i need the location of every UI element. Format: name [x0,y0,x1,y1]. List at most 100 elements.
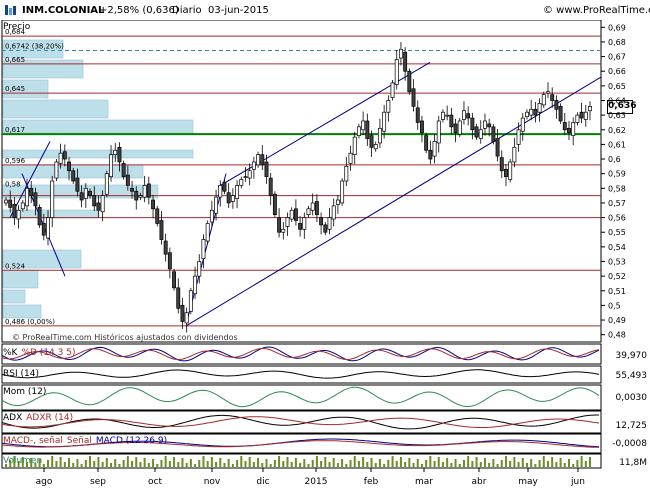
volume-bar [227,459,230,467]
candle-up [575,114,580,123]
period-label: Diario [172,5,202,16]
volume-bar [475,457,478,467]
candle-down [12,204,17,218]
volume-bar [420,464,423,467]
candle-up [285,217,290,227]
volume-bar [408,458,411,467]
volume-bar [429,456,432,467]
candle-down [369,135,374,148]
candle-up [281,228,286,233]
adx-label-text: ADX [3,413,23,423]
volume-bar [181,458,184,467]
volume-bar [131,461,134,467]
volume-bar [290,462,293,467]
mom-label-text: Mom (12) [3,387,47,397]
date-label: 03-jun-2015 [208,5,269,16]
candle-down [79,192,84,201]
rsi-value: 55,493 [615,371,648,381]
volume-bar [156,464,159,467]
candle-up [138,195,143,198]
price-change: +2,58% (0,636) [99,5,179,16]
volume-bar [206,461,209,467]
candle-up [243,176,248,178]
volume-bar [521,458,524,467]
candle-down [163,240,168,255]
candle-down [453,123,458,134]
candle-up [571,122,576,136]
volume-bar [383,464,386,467]
candle-up [230,195,235,202]
candle-down [319,217,324,226]
candle-up [214,196,219,214]
volume-bar [559,458,562,467]
site-credit: © www.ProRealTime.com [543,5,650,16]
candle-down [504,168,508,177]
volume-bar [311,460,314,467]
candle-up [546,91,550,94]
macd-hist-label: MACD-, señal [3,436,63,446]
x-axis-label: dic [256,477,269,487]
candle-down [222,182,227,192]
stoch-panel [1,343,602,365]
volume-bar [114,459,117,467]
volume-bar [538,460,541,467]
volume-bar [446,458,449,467]
candle-down [41,223,46,236]
volume-bar [168,461,171,467]
volume-bar [471,461,474,467]
volume-bar [223,463,226,467]
x-axis-label: 2015 [305,477,328,487]
candle-down [180,305,185,322]
candle-down [155,208,160,224]
volume-bar [454,459,457,467]
volume-bar [261,463,264,467]
y-tick-label: 0,54 [608,243,626,252]
volume-bar [269,464,272,467]
candle-down [411,88,416,107]
price-panel-label: Precio [3,22,31,32]
candle-up [50,180,55,218]
candle-up [583,111,588,120]
x-axis-label: ago [36,477,53,487]
candle-down [403,51,408,72]
volume-bar [278,456,281,467]
candle-up [373,144,378,150]
volume-bar [84,460,87,467]
candle-up [537,103,542,113]
stoch-k-label: %K [3,348,18,358]
volume-bar [273,460,276,467]
x-axis-label: abr [472,477,487,487]
candle-up [440,111,445,120]
candle-down [314,201,319,216]
ticker-title: INM.COLONIAL [22,5,105,16]
watermark: © ProRealTime.com Históricos ajustados c… [12,333,238,342]
candle-down [29,187,34,196]
volume-bar [362,457,365,467]
volume-bar [416,459,419,467]
candle-up [478,129,483,139]
volume-bar [122,460,125,467]
candle-down [146,183,151,198]
candle-down [71,170,76,182]
volume-bar [509,461,512,467]
candle-down [33,192,38,207]
candle-down [323,224,328,233]
macd-label: MACD-, señal Señal MACD (12 26 9) [3,436,171,446]
volume-bar [357,461,360,467]
volume-bar [425,460,428,467]
candle-up [356,126,361,136]
candle-down [293,208,298,221]
candle-up [512,146,517,163]
candle-up [46,217,50,239]
y-tick-label: 0,53 [608,258,626,267]
volume-bar [341,459,344,467]
candle-up [525,111,529,117]
volume-bar [164,456,167,467]
volume-profile-bar [2,304,42,319]
candle-up [457,120,462,135]
y-tick-label: 0,58 [608,184,626,193]
volume-bar [72,463,75,467]
volume-bar [488,463,491,467]
volume-bar [152,459,155,467]
candle-down [491,126,496,142]
